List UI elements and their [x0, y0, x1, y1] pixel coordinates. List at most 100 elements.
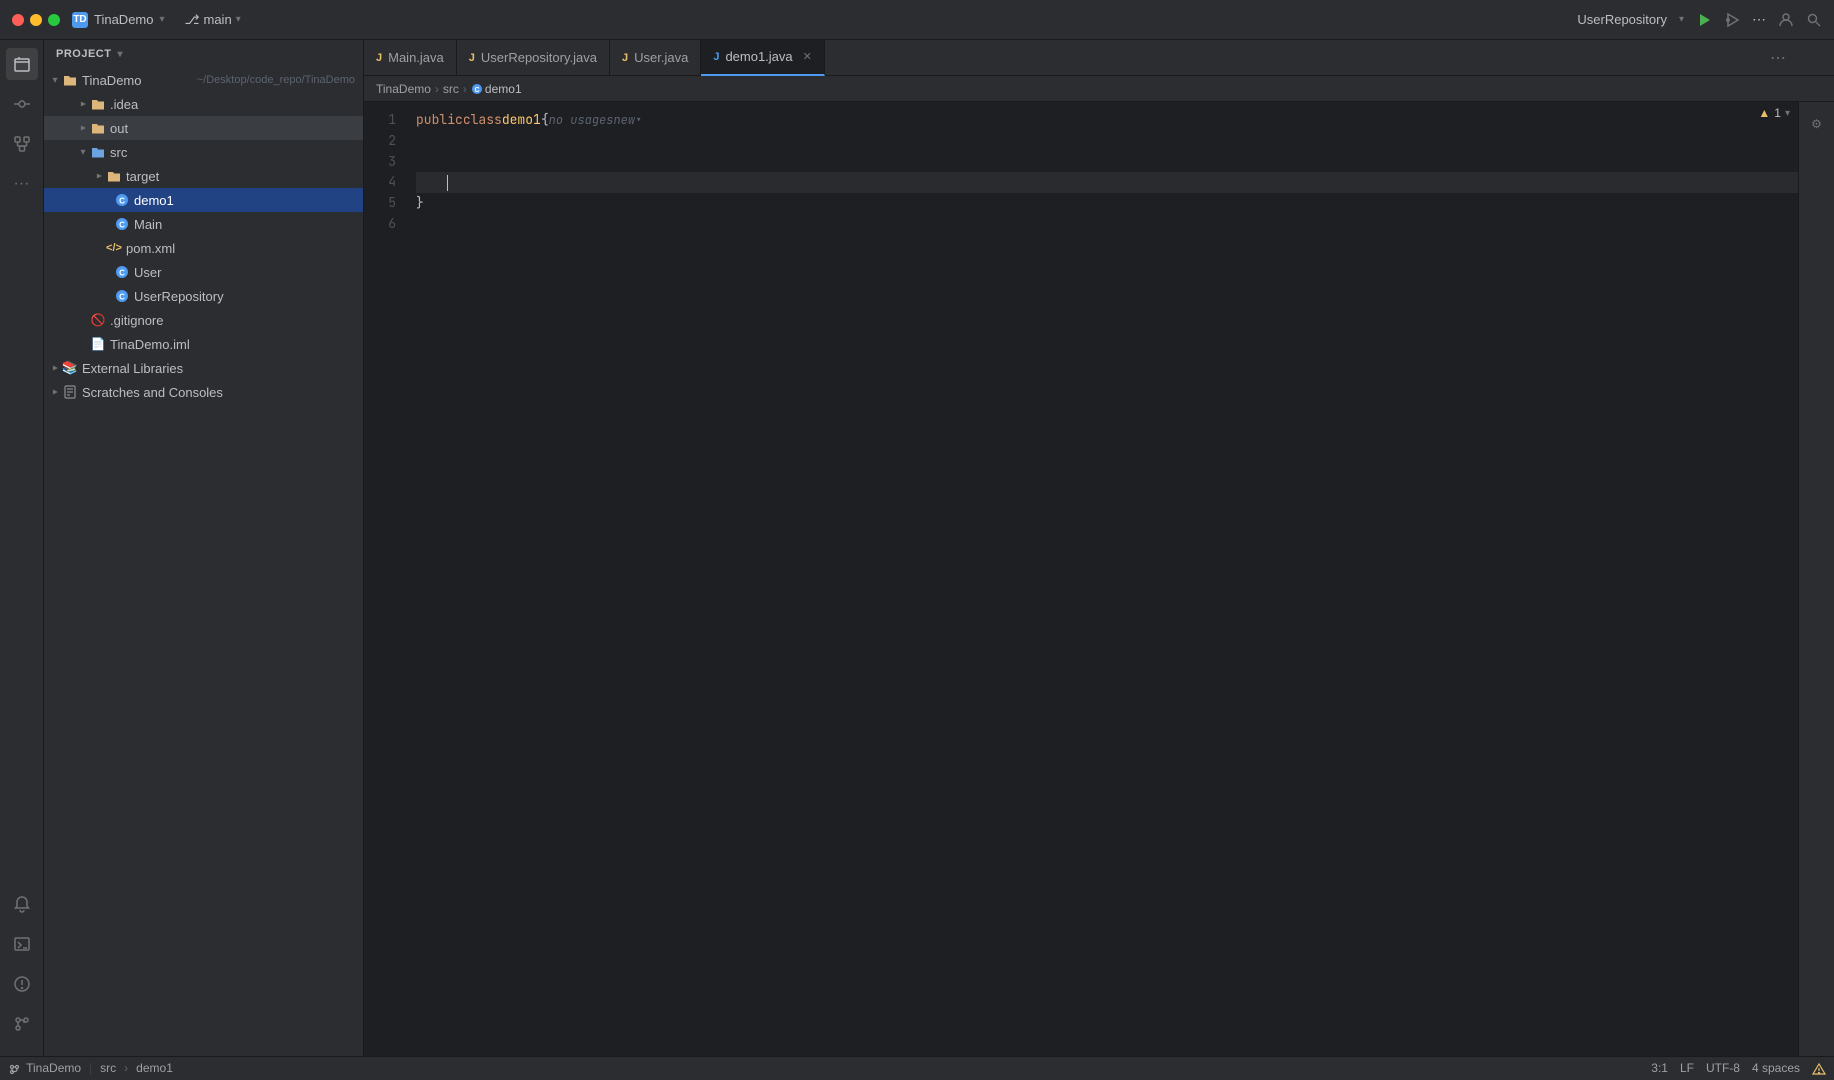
tabs-more-button[interactable]: ⋯ — [1770, 48, 1786, 68]
tree-label-target: target — [126, 169, 355, 184]
close-button[interactable] — [12, 14, 24, 26]
breadcrumb-demo1[interactable]: C demo1 — [471, 82, 522, 96]
tab-close-demo1[interactable]: ✕ — [803, 50, 812, 63]
more-tools-icon[interactable]: ··· — [6, 168, 38, 200]
tab-main-java[interactable]: J Main.java — [364, 40, 457, 76]
warning-icon: ▲ — [1758, 106, 1770, 120]
tree-label-userrepository: UserRepository — [134, 289, 355, 304]
tree-item-userrepository[interactable]: C UserRepository — [44, 284, 363, 308]
user-icon[interactable] — [1778, 12, 1794, 28]
problems-icon[interactable] — [6, 968, 38, 1000]
tree-item-idea[interactable]: ▾ .idea — [44, 92, 363, 116]
structure-icon[interactable] — [6, 128, 38, 160]
tab-demo1-java[interactable]: J demo1.java ✕ — [701, 40, 825, 76]
tree-item-target[interactable]: ▾ target — [44, 164, 363, 188]
status-line-ending[interactable]: LF — [1680, 1061, 1694, 1075]
status-encoding[interactable]: UTF-8 — [1706, 1061, 1740, 1075]
git-icon[interactable] — [6, 1008, 38, 1040]
editor-cursor — [447, 175, 448, 191]
minimize-button[interactable] — [30, 14, 42, 26]
sidebar-project-icon[interactable] — [6, 48, 38, 80]
status-indent[interactable]: 4 spaces — [1752, 1061, 1800, 1075]
editor-area: J Main.java J UserRepository.java J User… — [364, 40, 1834, 1056]
tree-item-user[interactable]: C User — [44, 260, 363, 284]
icon-bar-bottom — [6, 888, 38, 1048]
class-icon-userrepository: C — [114, 288, 130, 304]
tree-label-tinademo: TinaDemo — [82, 73, 193, 88]
status-separator-1: | — [89, 1061, 92, 1075]
tab-user-java[interactable]: J User.java — [610, 40, 701, 76]
status-git[interactable]: TinaDemo — [8, 1061, 81, 1075]
tab-label-main: Main.java — [388, 50, 444, 65]
code-line-6 — [416, 214, 1798, 235]
tree-item-demo1[interactable]: C demo1 — [44, 188, 363, 212]
tree-label-scratches: Scratches and Consoles — [82, 385, 355, 400]
gutter-settings-icon[interactable]: ⚙ — [1803, 110, 1831, 138]
tree-item-external-libraries[interactable]: ▾ 📚 External Libraries — [44, 356, 363, 380]
breadcrumb-src[interactable]: src — [443, 82, 459, 96]
title-bar-right: UserRepository ▾ ⋯ — [1577, 11, 1822, 28]
project-selector[interactable]: TD TinaDemo ▾ — [72, 12, 165, 28]
tree-arrow-out: ▾ — [76, 121, 90, 135]
run-button[interactable] — [1696, 12, 1712, 28]
tab-label-userrepository: UserRepository.java — [481, 50, 597, 65]
warnings-indicator[interactable]: ▲ 1 ▾ — [1758, 106, 1790, 120]
code-line-3 — [416, 152, 1798, 173]
tabs-right-actions: ⋯ — [1770, 48, 1794, 68]
notifications-icon[interactable] — [6, 888, 38, 920]
more-button[interactable]: ⋯ — [1752, 11, 1766, 28]
warning-count: 1 — [1774, 106, 1781, 120]
tab-label-demo1: demo1.java — [725, 49, 792, 64]
code-line-4 — [416, 172, 1798, 193]
folder-icon-tinademo — [62, 72, 78, 88]
tree-label-gitignore: .gitignore — [110, 313, 355, 328]
line-numbers: 1 2 3 4 5 6 — [364, 102, 404, 1056]
tree-arrow-scratches: ▾ — [48, 385, 62, 399]
java-icon-user: J — [622, 52, 628, 64]
tree-item-iml[interactable]: 📄 TinaDemo.iml — [44, 332, 363, 356]
run-config-name: UserRepository — [1577, 12, 1667, 27]
status-bar-right: 3:1 LF UTF-8 4 spaces — [1651, 1061, 1826, 1076]
tabs-bar: J Main.java J UserRepository.java J User… — [364, 40, 1834, 76]
svg-text:C: C — [119, 293, 125, 302]
class-icon-demo1: C — [114, 192, 130, 208]
tree-item-main[interactable]: C Main — [44, 212, 363, 236]
library-icon: 📚 — [62, 360, 78, 376]
branch-selector[interactable]: ⎇ main ▾ — [185, 12, 241, 28]
svg-text:C: C — [474, 87, 479, 94]
maximize-button[interactable] — [48, 14, 60, 26]
tree-item-tinademo[interactable]: ▾ TinaDemo ~/Desktop/code_repo/TinaDemo — [44, 68, 363, 92]
terminal-icon[interactable] — [6, 928, 38, 960]
tree-item-pom[interactable]: </> pom.xml — [44, 236, 363, 260]
svg-text:C: C — [119, 269, 125, 278]
commit-icon[interactable] — [6, 88, 38, 120]
status-src: src — [100, 1061, 116, 1075]
tree-item-scratches[interactable]: ▾ Scratches and Consoles — [44, 380, 363, 404]
folder-icon-idea — [90, 96, 106, 112]
breadcrumb-tinademo[interactable]: TinaDemo — [376, 82, 431, 96]
tree-item-gitignore[interactable]: 🚫 .gitignore — [44, 308, 363, 332]
tree-item-out[interactable]: ▾ out — [44, 116, 363, 140]
tree-label-user: User — [134, 265, 355, 280]
traffic-lights — [12, 14, 60, 26]
editor-content[interactable]: ▲ 1 ▾ 1 2 3 4 5 6 public class demo1 { n… — [364, 102, 1834, 1056]
status-position[interactable]: 3:1 — [1651, 1061, 1668, 1075]
search-icon[interactable] — [1806, 12, 1822, 28]
tree-arrow-tinademo: ▾ — [48, 73, 62, 87]
folder-icon-src — [90, 144, 106, 160]
tree-arrow-libraries: ▾ — [48, 361, 62, 375]
project-name: TinaDemo — [94, 12, 153, 27]
tree-label-idea: .idea — [110, 97, 355, 112]
tab-userrepository-java[interactable]: J UserRepository.java — [457, 40, 610, 76]
status-warning-small — [1812, 1061, 1826, 1076]
status-git-label: TinaDemo — [26, 1061, 81, 1075]
debug-button[interactable] — [1724, 12, 1740, 28]
tree-arrow-idea: ▾ — [76, 97, 90, 111]
status-demo1: demo1 — [136, 1061, 173, 1075]
code-editor[interactable]: public class demo1 { no usages new ▾ } — [404, 102, 1798, 1056]
status-bar-left: TinaDemo | src › demo1 — [8, 1061, 1639, 1075]
icon-bar: ··· — [0, 40, 44, 1056]
branch-dropdown-icon: ▾ — [236, 14, 241, 25]
tree-item-src[interactable]: ▾ src — [44, 140, 363, 164]
class-icon-main: C — [114, 216, 130, 232]
